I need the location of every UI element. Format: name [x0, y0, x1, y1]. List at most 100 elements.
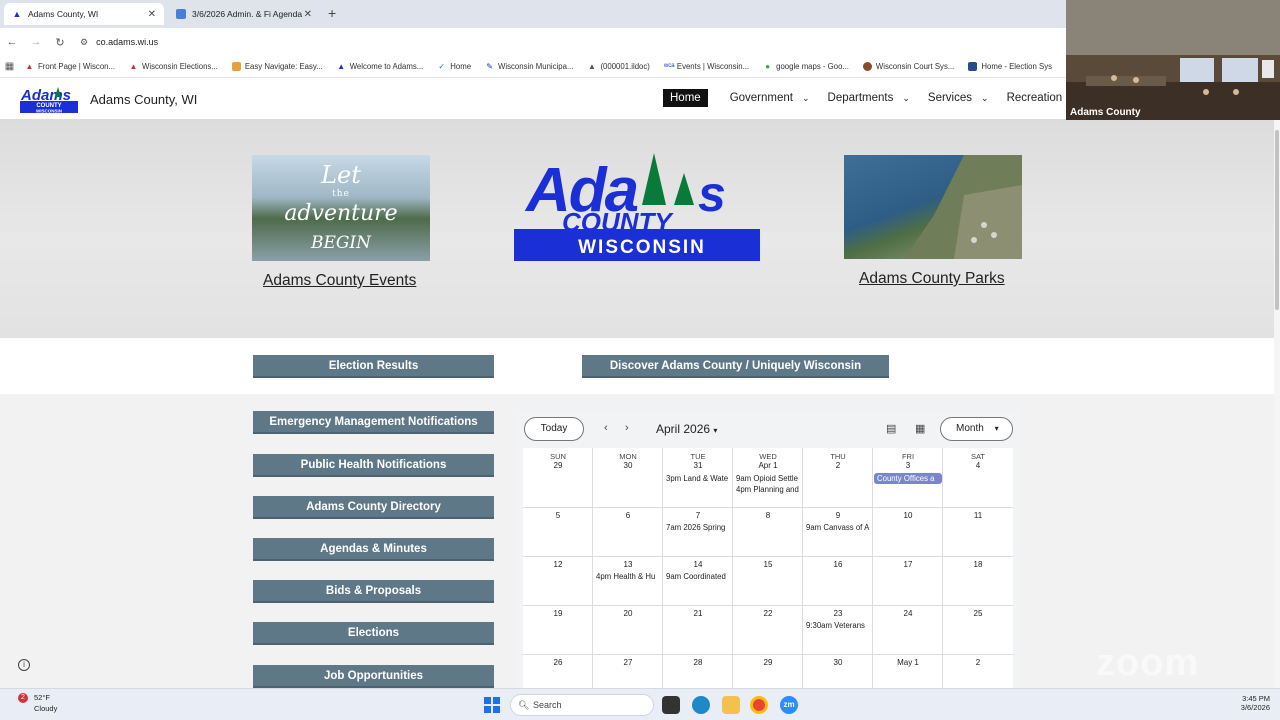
info-icon[interactable]: i [18, 659, 30, 671]
bookmark-item[interactable]: ▲ Welcome to Adams... [337, 62, 423, 71]
day-number[interactable]: 13 [593, 560, 663, 569]
calendar-event-allday[interactable]: County Offices a [874, 473, 942, 484]
day-number[interactable]: 6 [593, 511, 663, 520]
agendas-minutes-button[interactable]: Agendas & Minutes [253, 538, 494, 561]
bookmark-item[interactable]: Wisconsin Court Sys... [862, 62, 954, 71]
day-number[interactable]: 9 [803, 511, 873, 520]
agenda-view-icon[interactable]: ▤ [886, 422, 896, 435]
page-scrollbar-thumb[interactable] [1275, 130, 1279, 310]
edge-browser-icon[interactable] [692, 696, 710, 714]
day-number[interactable]: 8 [733, 511, 803, 520]
day-number[interactable]: 28 [663, 658, 733, 667]
day-number[interactable]: 26 [523, 658, 593, 667]
day-number[interactable]: 21 [663, 609, 733, 618]
bookmark-item[interactable]: ✎ Wisconsin Municipa... [485, 62, 573, 71]
day-number[interactable]: 20 [593, 609, 663, 618]
apps-grid-icon[interactable]: ▦ [0, 61, 19, 72]
day-number[interactable]: 16 [803, 560, 873, 569]
emergency-management-button[interactable]: Emergency Management Notifications [253, 411, 494, 434]
day-number[interactable]: 14 [663, 560, 733, 569]
calendar-event[interactable]: 7am 2026 Spring [666, 523, 734, 532]
day-number[interactable]: 27 [593, 658, 663, 667]
bookmark-item[interactable]: ▲ Front Page | Wiscon... [25, 62, 115, 71]
day-number[interactable]: 22 [733, 609, 803, 618]
day-number[interactable]: 24 [873, 609, 943, 618]
url-field[interactable]: ⚙ co.adams.wi.us [80, 37, 158, 48]
adventure-image[interactable]: Let the adventure BEGIN [252, 155, 430, 261]
weather-widget[interactable]: 2 52°F Cloudy [18, 693, 57, 713]
tab-adams-county[interactable]: ▲ Adams County, WI ✕ [4, 3, 164, 25]
day-number[interactable]: 3 [873, 461, 943, 470]
nav-departments[interactable]: Departments ⌄ [828, 92, 910, 104]
day-number[interactable]: 19 [523, 609, 593, 618]
day-number[interactable]: 18 [943, 560, 1013, 569]
back-icon[interactable]: ← [0, 36, 24, 48]
discover-adams-button[interactable]: Discover Adams County / Uniquely Wiscons… [582, 355, 889, 378]
day-number[interactable]: 29 [523, 461, 593, 470]
next-month-icon[interactable]: › [625, 422, 629, 434]
calendar-event[interactable]: 4pm Health & Hu [596, 572, 664, 581]
view-selector[interactable]: Month ▾ [940, 417, 1013, 441]
zoom-video-thumbnail[interactable]: Adams County [1066, 0, 1280, 120]
day-number[interactable]: 23 [803, 609, 873, 618]
day-number[interactable]: 15 [733, 560, 803, 569]
windows-start-icon[interactable] [484, 697, 500, 713]
prev-month-icon[interactable]: ‹ [604, 422, 608, 434]
day-number[interactable]: 2 [943, 658, 1013, 667]
bookmark-item[interactable]: ▲ (000001.ildoc) [587, 62, 650, 71]
month-selector[interactable]: April 2026 ▾ [656, 422, 717, 436]
calendar-event[interactable]: 4pm Planning and [736, 485, 804, 494]
day-number[interactable]: 5 [523, 511, 593, 520]
directory-button[interactable]: Adams County Directory [253, 496, 494, 519]
calendar-event[interactable]: 9:30am Veterans [806, 621, 874, 630]
nav-home[interactable]: Home [663, 89, 708, 107]
day-number[interactable]: 11 [943, 511, 1013, 520]
close-tab-icon[interactable]: ✕ [304, 9, 312, 20]
reload-icon[interactable]: ↻ [48, 36, 72, 49]
file-explorer-icon[interactable] [722, 696, 740, 714]
calendar-event[interactable]: 9am Coordinated [666, 572, 734, 581]
tab-agenda[interactable]: 3/6/2026 Admin. & Fi Agenda - ✕ [168, 3, 320, 25]
nav-government[interactable]: Government ⌄ [730, 92, 810, 104]
new-tab-icon[interactable]: + [328, 5, 336, 21]
bookmark-item[interactable]: Home - Election Sys [968, 62, 1052, 71]
adams-county-logo-small[interactable]: Adams COUNTY WISCONSIN [18, 85, 80, 113]
day-number[interactable]: 25 [943, 609, 1013, 618]
day-number[interactable]: 4 [943, 461, 1013, 470]
today-button[interactable]: Today [524, 417, 584, 441]
day-number[interactable]: 2 [803, 461, 873, 470]
day-number[interactable]: May 1 [873, 658, 943, 667]
calendar-event[interactable]: 9am Canvass of A [806, 523, 874, 532]
calendar-event[interactable]: 3pm Land & Wate [666, 474, 734, 483]
day-number[interactable]: 30 [803, 658, 873, 667]
forward-icon[interactable]: → [24, 36, 48, 48]
day-number[interactable]: 10 [873, 511, 943, 520]
bookmark-item[interactable]: ✓ Home [437, 62, 471, 71]
day-number[interactable]: 17 [873, 560, 943, 569]
parks-link[interactable]: Adams County Parks [859, 270, 1005, 288]
day-number[interactable]: 30 [593, 461, 663, 470]
bookmark-item[interactable]: Easy Navigate: Easy... [231, 62, 323, 71]
site-settings-icon[interactable]: ⚙ [80, 37, 88, 48]
day-number[interactable]: 29 [733, 658, 803, 667]
day-number[interactable]: 7 [663, 511, 733, 520]
day-number[interactable]: 31 [663, 461, 733, 470]
bids-proposals-button[interactable]: Bids & Proposals [253, 580, 494, 603]
taskbar-search[interactable]: 🔍︎ Search [510, 694, 654, 716]
calendar-event[interactable]: 9am Opioid Settle [736, 474, 804, 483]
parks-aerial-image[interactable] [844, 155, 1022, 259]
elections-button[interactable]: Elections [253, 622, 494, 645]
nav-services[interactable]: Services ⌄ [928, 92, 989, 104]
chrome-icon[interactable] [750, 696, 768, 714]
close-tab-icon[interactable]: ✕ [148, 9, 156, 20]
bookmark-item[interactable]: ▲ Wisconsin Elections... [129, 62, 218, 71]
task-view-icon[interactable] [662, 696, 680, 714]
day-number[interactable]: 12 [523, 560, 593, 569]
zoom-app-icon[interactable]: zm [780, 696, 798, 714]
job-opportunities-button[interactable]: Job Opportunities [253, 665, 494, 688]
bookmark-item[interactable]: ● google maps - Goo... [763, 62, 849, 71]
election-results-button[interactable]: Election Results [253, 355, 494, 378]
calendar-icon[interactable]: ▦ [915, 422, 925, 435]
public-health-button[interactable]: Public Health Notifications [253, 454, 494, 477]
system-clock[interactable]: 3:45 PM 3/6/2026 [1226, 694, 1270, 712]
